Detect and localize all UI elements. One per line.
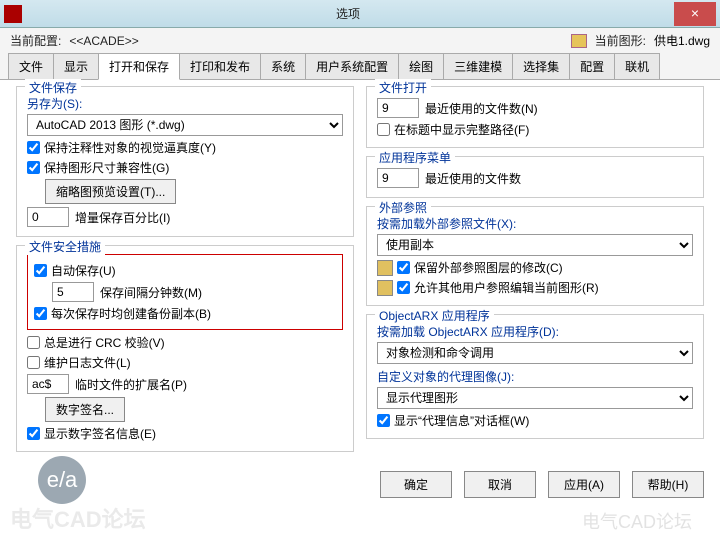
tab-3d[interactable]: 三维建模 bbox=[443, 53, 513, 80]
logo-watermark: e/a bbox=[38, 456, 86, 504]
titlebar: 选项 × bbox=[0, 0, 720, 28]
group-title: ObjectARX 应用程序 bbox=[375, 307, 494, 324]
tab-file[interactable]: 文件 bbox=[8, 53, 54, 80]
show-sig-checkbox[interactable] bbox=[27, 427, 40, 440]
incremental-label: 增量保存百分比(I) bbox=[75, 209, 170, 226]
group-file-open: 文件打开 最近使用的文件数(N) 在标题中显示完整路径(F) bbox=[366, 86, 704, 148]
window-title: 选项 bbox=[22, 5, 674, 22]
drawing-value: 供电1.dwg bbox=[654, 32, 710, 49]
temp-ext-input[interactable] bbox=[27, 374, 69, 394]
size-compat-label: 保持图形尺寸兼容性(G) bbox=[44, 159, 169, 176]
signature-button[interactable]: 数字签名... bbox=[45, 397, 125, 422]
header-bar: 当前配置: <<ACADE>> 当前图形: 供电1.dwg bbox=[0, 28, 720, 53]
tab-online[interactable]: 联机 bbox=[614, 53, 660, 80]
group-title: 外部参照 bbox=[375, 199, 431, 216]
appmenu-recent-input[interactable] bbox=[377, 168, 419, 188]
tab-strip: 文件 显示 打开和保存 打印和发布 系统 用户系统配置 绘图 三维建模 选择集 … bbox=[0, 53, 720, 80]
left-column: 文件保存 另存为(S): AutoCAD 2013 图形 (*.dwg) 保持注… bbox=[10, 86, 360, 501]
profile-label: 当前配置: bbox=[10, 32, 61, 49]
recent-files-label: 最近使用的文件数(N) bbox=[425, 100, 538, 117]
group-file-save: 文件保存 另存为(S): AutoCAD 2013 图形 (*.dwg) 保持注… bbox=[16, 86, 354, 237]
allow-xref-label: 允许其他用户参照编辑当前图形(R) bbox=[414, 279, 599, 296]
size-compat-checkbox[interactable] bbox=[27, 161, 40, 174]
close-button[interactable]: × bbox=[674, 2, 716, 26]
xref-load-label: 按需加载外部参照文件(X): bbox=[377, 215, 693, 232]
content-area: 文件保存 另存为(S): AutoCAD 2013 图形 (*.dwg) 保持注… bbox=[0, 79, 720, 501]
group-file-safety: 文件安全措施 自动保存(U) 保存间隔分钟数(M) 每次保存时均创建备份副本(B… bbox=[16, 245, 354, 452]
autosave-checkbox[interactable] bbox=[34, 264, 47, 277]
xref-load-select[interactable]: 使用副本 bbox=[377, 234, 693, 256]
retain-xref-checkbox[interactable] bbox=[397, 261, 410, 274]
retain-xref-label: 保留外部参照图层的修改(C) bbox=[414, 259, 563, 276]
group-objectarx: ObjectARX 应用程序 按需加载 ObjectARX 应用程序(D): 对… bbox=[366, 314, 704, 439]
logfile-checkbox[interactable] bbox=[27, 356, 40, 369]
tab-drafting[interactable]: 绘图 bbox=[398, 53, 444, 80]
xref-icon bbox=[377, 260, 393, 276]
autosave-minutes-label: 保存间隔分钟数(M) bbox=[100, 284, 202, 301]
proxy-img-select[interactable]: 显示代理图形 bbox=[377, 387, 693, 409]
tab-system[interactable]: 系统 bbox=[260, 53, 306, 80]
save-as-label: 另存为(S): bbox=[27, 95, 343, 112]
annot-fidelity-checkbox[interactable] bbox=[27, 141, 40, 154]
cancel-button[interactable]: 取消 bbox=[464, 471, 536, 498]
tab-display[interactable]: 显示 bbox=[53, 53, 99, 80]
show-proxy-label: 显示“代理信息”对话框(W) bbox=[394, 412, 529, 429]
group-app-menu: 应用程序菜单 最近使用的文件数 bbox=[366, 156, 704, 198]
thumbnail-button[interactable]: 缩略图预览设置(T)... bbox=[45, 179, 176, 204]
crc-label: 总是进行 CRC 校验(V) bbox=[44, 334, 165, 351]
watermark-right: 电气CAD论坛 bbox=[582, 508, 692, 534]
crc-checkbox[interactable] bbox=[27, 336, 40, 349]
recent-files-input[interactable] bbox=[377, 98, 419, 118]
backup-label: 每次保存时均创建备份副本(B) bbox=[51, 305, 211, 322]
highlight-box: 自动保存(U) 保存间隔分钟数(M) 每次保存时均创建备份副本(B) bbox=[27, 254, 343, 330]
save-as-select[interactable]: AutoCAD 2013 图形 (*.dwg) bbox=[27, 114, 343, 136]
tab-open-save[interactable]: 打开和保存 bbox=[98, 53, 180, 80]
arx-load-select[interactable]: 对象检测和命令调用 bbox=[377, 342, 693, 364]
autosave-label: 自动保存(U) bbox=[51, 262, 116, 279]
tab-selection[interactable]: 选择集 bbox=[512, 53, 570, 80]
ok-button[interactable]: 确定 bbox=[380, 471, 452, 498]
help-button[interactable]: 帮助(H) bbox=[632, 471, 704, 498]
incremental-input[interactable] bbox=[27, 207, 69, 227]
appmenu-recent-label: 最近使用的文件数 bbox=[425, 170, 521, 187]
watermark-left: 电气CAD论坛 bbox=[10, 502, 146, 534]
tab-profiles[interactable]: 配置 bbox=[569, 53, 615, 80]
logfile-label: 维护日志文件(L) bbox=[44, 354, 131, 371]
backup-checkbox[interactable] bbox=[34, 307, 47, 320]
dialog-buttons: 确定 取消 应用(A) 帮助(H) bbox=[380, 471, 704, 498]
folder-icon bbox=[571, 34, 587, 48]
group-title: 文件安全措施 bbox=[25, 238, 105, 255]
profile-value: <<ACADE>> bbox=[69, 34, 138, 48]
annot-fidelity-label: 保持注释性对象的视觉逼真度(Y) bbox=[44, 139, 216, 156]
arx-load-label: 按需加载 ObjectARX 应用程序(D): bbox=[377, 323, 693, 340]
group-title: 应用程序菜单 bbox=[375, 149, 455, 166]
apply-button[interactable]: 应用(A) bbox=[548, 471, 620, 498]
tab-user[interactable]: 用户系统配置 bbox=[305, 53, 399, 80]
app-icon bbox=[4, 5, 22, 23]
temp-ext-label: 临时文件的扩展名(P) bbox=[75, 376, 187, 393]
group-xref: 外部参照 按需加载外部参照文件(X): 使用副本 保留外部参照图层的修改(C) … bbox=[366, 206, 704, 306]
show-sig-label: 显示数字签名信息(E) bbox=[44, 425, 156, 442]
drawing-label: 当前图形: bbox=[595, 32, 646, 49]
full-path-checkbox[interactable] bbox=[377, 123, 390, 136]
full-path-label: 在标题中显示完整路径(F) bbox=[394, 121, 529, 138]
group-title: 文件保存 bbox=[25, 79, 81, 96]
xref-icon bbox=[377, 280, 393, 296]
show-proxy-checkbox[interactable] bbox=[377, 414, 390, 427]
right-column: 文件打开 最近使用的文件数(N) 在标题中显示完整路径(F) 应用程序菜单 最近… bbox=[360, 86, 710, 501]
autosave-minutes-input[interactable] bbox=[52, 282, 94, 302]
tab-plot[interactable]: 打印和发布 bbox=[179, 53, 261, 80]
group-title: 文件打开 bbox=[375, 79, 431, 96]
allow-xref-checkbox[interactable] bbox=[397, 281, 410, 294]
proxy-img-label: 自定义对象的代理图像(J): bbox=[377, 368, 693, 385]
